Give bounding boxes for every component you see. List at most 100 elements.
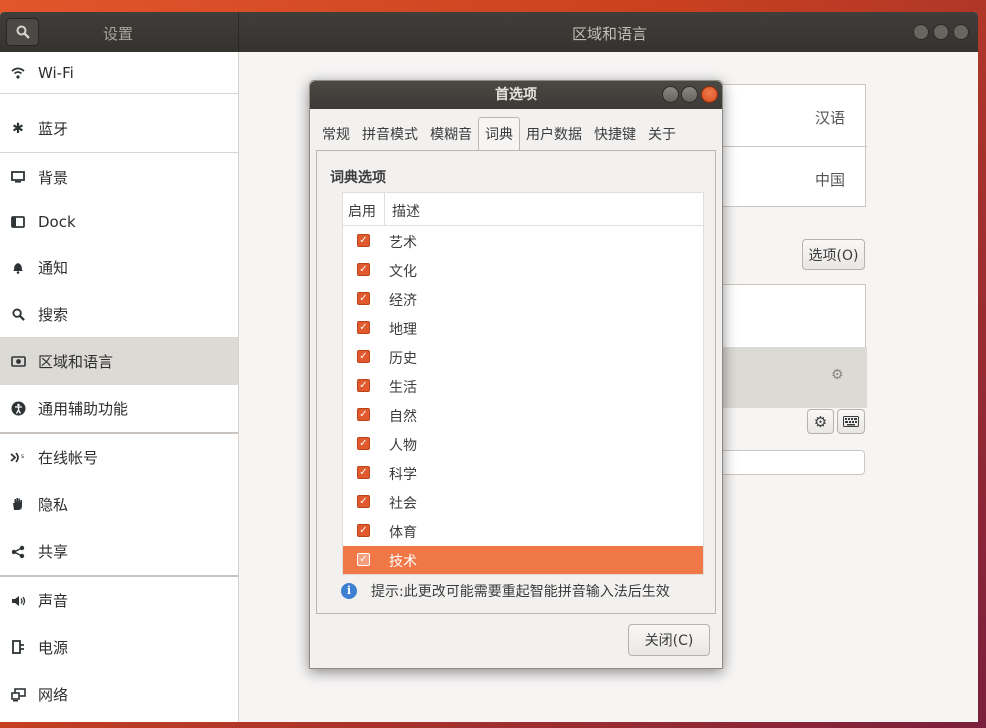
input-sources-panel: ⚙ [709,284,867,408]
tab-general[interactable]: 常规 [316,117,356,150]
checkbox[interactable]: ✓ [357,495,370,508]
sidebar-item-label: 蓝牙 [38,120,69,138]
sidebar-item-label: Dock [38,213,76,231]
tab-shortcuts[interactable]: 快捷键 [588,117,642,150]
row-label: 地理 [389,322,417,338]
list-item[interactable]: ✓ 艺术 [343,227,703,256]
list-item[interactable]: ✓ 文化 [343,256,703,285]
sidebar-item-search[interactable]: 搜索 [0,290,238,338]
sidebar-item-sharing[interactable]: 共享 [0,528,238,575]
hint-text: 提示:此更改可能需要重起智能拼音输入法后生效 [371,584,670,600]
sidebar-item-label: Wi-Fi [38,63,74,82]
dictionary-list: 启用 描述 ✓ 艺术 ✓ 文化 ✓ 经济 ✓ 地理 ✓ 历史 ✓ 生活 ✓ 自然 ✓ 人物 ✓ 科… [342,192,704,575]
checkbox[interactable]: ✓ [357,553,370,566]
input-source-row[interactable]: ⚙ [710,347,867,408]
list-item[interactable]: ✓ 地理 [343,314,703,343]
input-source-settings-button[interactable]: ⚙ [807,409,834,434]
close-button[interactable] [953,24,969,40]
preferences-dialog: 首选项 常规 拼音模式 模糊音 词典 用户数据 快捷键 关于 词典选项 启用 描… [309,80,723,669]
sidebar-item-background[interactable]: 背景 [0,154,238,200]
list-item[interactable]: ✓ 科学 [343,459,703,488]
row-label: 文化 [389,264,417,280]
sidebar-item-label: 搜索 [38,305,69,324]
keyboard-icon [843,416,859,427]
header-bar: 设置 区域和语言 [0,12,978,52]
app-title: 设置 [103,25,134,43]
list-item[interactable]: ✓ 体育 [343,517,703,546]
language-value[interactable]: 汉语 [815,107,845,128]
share-icon [9,543,27,561]
tab-pinyin-mode[interactable]: 拼音模式 [356,117,424,150]
sidebar-item-notifications[interactable]: 通知 [0,244,238,290]
sidebar-item-privacy[interactable]: 隐私 [0,480,238,528]
tab-fuzzy[interactable]: 模糊音 [424,117,478,150]
sidebar-item-dock[interactable]: Dock [0,200,238,244]
list-item[interactable]: ✓ 历史 [343,343,703,372]
sidebar-item-bluetooth[interactable]: ✱ 蓝牙 [0,105,238,152]
checkbox[interactable]: ✓ [357,292,370,305]
keyboard-layout-button[interactable] [837,409,865,434]
dialog-minimize-button[interactable] [662,86,679,103]
pane-title: 区域和语言 [572,25,648,43]
section-title: 词典选项 [330,170,386,186]
settings-gears-icon[interactable]: ⚙ [831,367,844,383]
close-dialog-button[interactable]: 关闭(C) [628,624,710,656]
row-label: 科学 [389,467,417,483]
speaker-icon [9,592,27,610]
sidebar-item-power[interactable]: 电源 [0,624,238,671]
wifi-icon [9,64,27,82]
column-divider [384,193,385,226]
sidebar-item-label: 背景 [38,168,69,187]
search-button[interactable] [6,18,39,46]
column-enabled[interactable]: 启用 [348,201,376,221]
checkbox[interactable]: ✓ [357,263,370,276]
row-label: 艺术 [389,235,417,251]
sidebar-item-region-language[interactable]: 区域和语言 [0,338,238,385]
checkbox[interactable]: ✓ [357,321,370,334]
checkbox[interactable]: ✓ [357,408,370,421]
sidebar-item-accessibility[interactable]: 通用辅助功能 [0,385,238,432]
list-item[interactable]: ✓ 自然 [343,401,703,430]
list-item[interactable]: ✓ 经济 [343,285,703,314]
tab-about[interactable]: 关于 [642,117,682,150]
options-button[interactable]: 选项(O) [802,239,865,270]
checkbox[interactable]: ✓ [357,524,370,537]
gear-icon: ⚙ [813,412,828,431]
sidebar-item-label: 通知 [38,258,69,277]
list-item[interactable]: ✓ 生活 [343,372,703,401]
checkbox[interactable]: ✓ [357,350,370,363]
row-label: 社会 [389,496,417,512]
checkbox[interactable]: ✓ [357,466,370,479]
sidebar-item-wifi[interactable]: Wi-Fi [0,52,238,93]
tab-dictionary[interactable]: 词典 [478,117,520,150]
row-label: 自然 [389,409,417,425]
list-item[interactable]: ✓ 人物 [343,430,703,459]
background-icon [9,168,27,186]
column-description[interactable]: 描述 [392,201,420,221]
dialog-maximize-button[interactable] [681,86,698,103]
dictionary-frame: 词典选项 启用 描述 ✓ 艺术 ✓ 文化 ✓ 经济 ✓ 地理 ✓ 历史 ✓ 生活 ✓ 自然 ✓… [316,150,716,614]
formats-value[interactable]: 中国 [815,169,845,190]
language-format-panel: 汉语 中国 [709,84,867,207]
dialog-title: 首选项 [310,81,722,109]
checkbox[interactable]: ✓ [357,379,370,392]
list-header: 启用 描述 [343,193,703,226]
network-icon [9,686,27,704]
dialog-close-button[interactable] [701,86,718,103]
list-item[interactable]: ✓ 社会 [343,488,703,517]
manage-languages-field[interactable] [709,450,865,475]
divider [0,152,238,153]
list-item-selected[interactable]: ✓ 技术 [343,546,703,574]
sidebar-item-label: 声音 [38,592,69,610]
checkbox[interactable]: ✓ [357,234,370,247]
sidebar-item-label: 电源 [38,639,69,657]
maximize-button[interactable] [933,24,949,40]
sidebar-item-online-accounts[interactable]: s 在线帐号 [0,434,238,480]
sidebar-item-sound[interactable]: 声音 [0,577,238,624]
sidebar-item-network[interactable]: 网络 [0,671,238,718]
sidebar-item-label: 区域和语言 [38,353,114,371]
tab-user-data[interactable]: 用户数据 [520,117,588,150]
row-label: 经济 [389,293,417,309]
minimize-button[interactable] [913,24,929,40]
checkbox[interactable]: ✓ [357,437,370,450]
